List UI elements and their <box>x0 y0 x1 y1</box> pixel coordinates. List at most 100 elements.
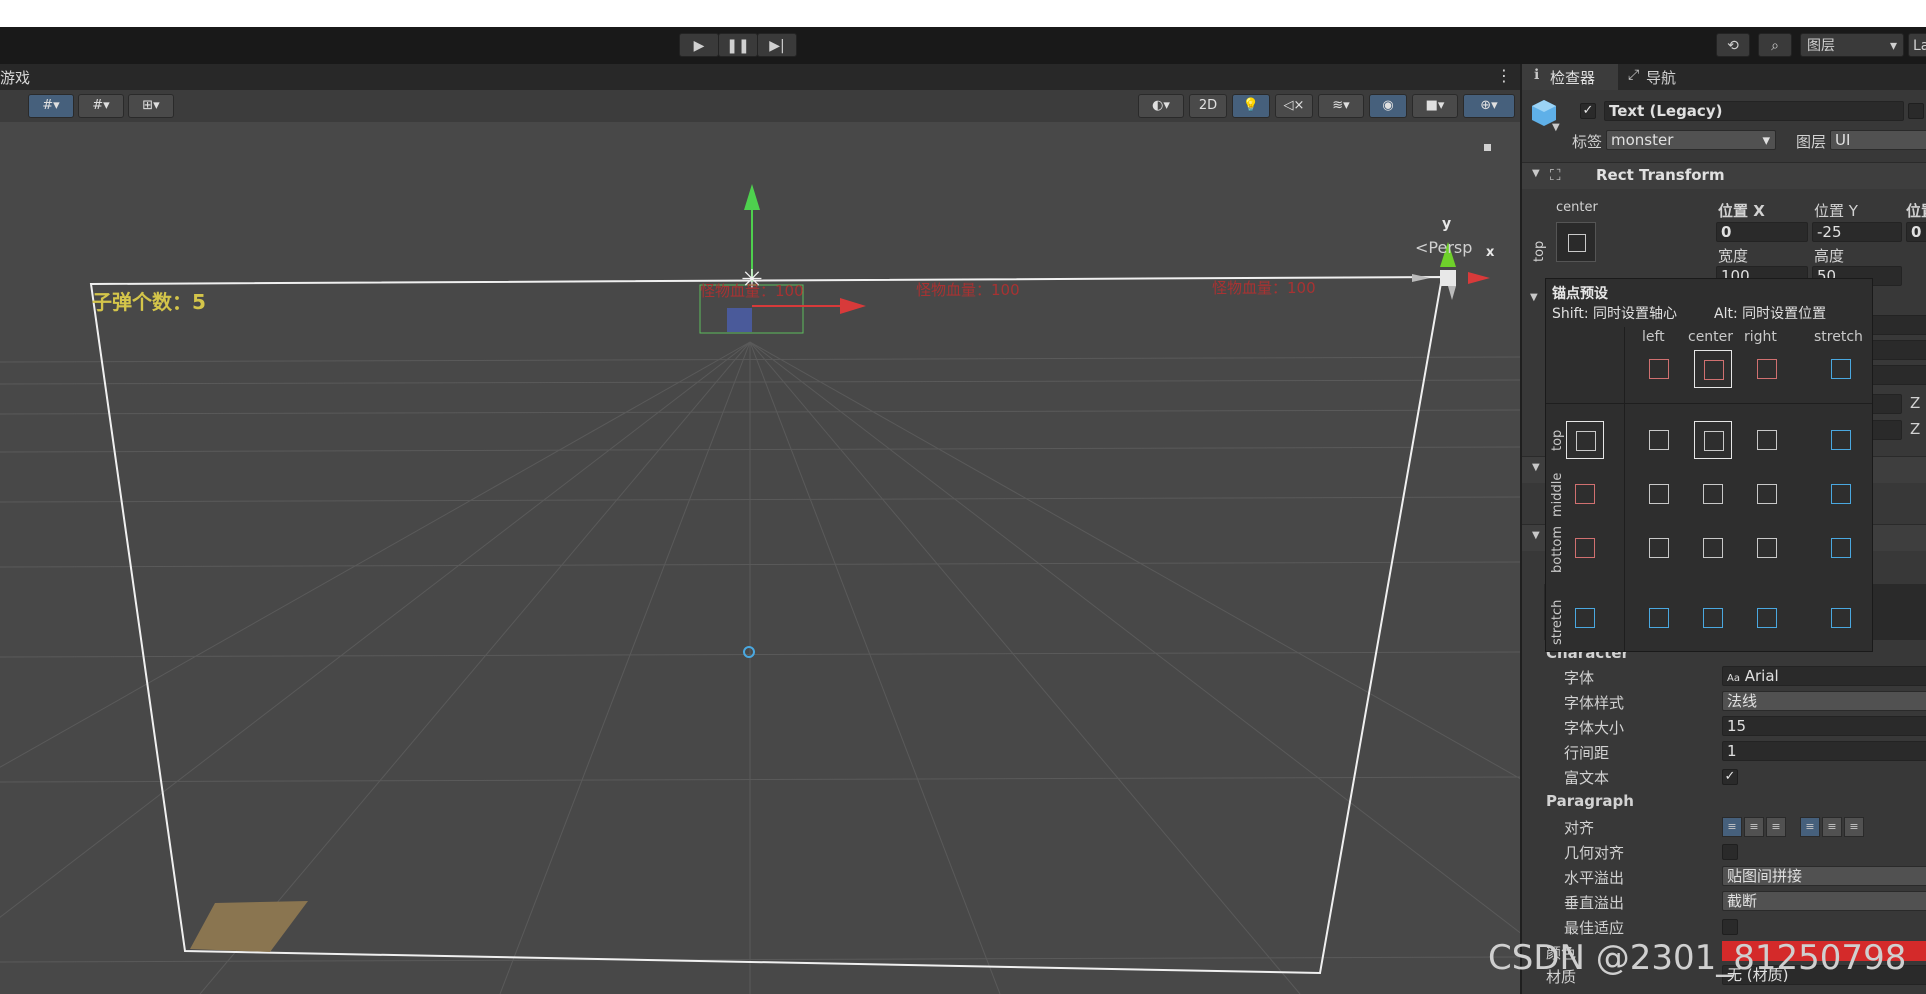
scene-viewport[interactable]: ✳ y x <Persp 子弹个数：5 怪物血量：100 怪物血量：100 怪物… <box>0 122 1520 994</box>
pos-z-field[interactable]: 0 <box>1906 222 1926 242</box>
font-size-field[interactable]: 15 <box>1722 716 1926 736</box>
anchor-preset-stretch-right[interactable] <box>1748 599 1786 637</box>
active-checkbox[interactable]: ✓ <box>1580 103 1596 119</box>
more-icon[interactable]: ⋮ <box>1496 66 1512 85</box>
align-top-icon[interactable]: ≡ <box>1800 817 1820 837</box>
font-style-dropdown[interactable]: 法线 <box>1722 691 1926 711</box>
top-strip <box>0 0 1926 27</box>
tag-label: 标签 <box>1572 133 1603 151</box>
chevron-down-icon[interactable]: ▼ <box>1552 122 1560 133</box>
font-field[interactable]: Aa Arial <box>1722 666 1926 686</box>
draw-mode-button[interactable]: ◐▾ <box>1138 94 1184 118</box>
row-top-label: top <box>1550 429 1565 451</box>
anchor-preset-bottom-stretch[interactable] <box>1822 529 1860 567</box>
align-center-icon[interactable]: ≡ <box>1744 817 1764 837</box>
anchor-box-icon <box>1649 430 1669 450</box>
static-checkbox[interactable] <box>1908 103 1924 119</box>
anchor-preset-bottom-center[interactable] <box>1694 529 1732 567</box>
search-button[interactable]: ⌕ <box>1758 33 1792 57</box>
chevron-down-icon: ▾ <box>1762 131 1770 149</box>
visibility-toggle-button[interactable]: ◉ <box>1369 94 1407 118</box>
camera-icon: ■▾ <box>1425 98 1445 113</box>
layer-dropdown[interactable]: UI <box>1830 130 1926 150</box>
main-toolbar: ▶ ❚❚ ▶| ⟲ ⌕ 图层 ▾ La <box>0 27 1926 64</box>
anchor-preset-bottom-left[interactable] <box>1640 529 1678 567</box>
horizontal-overflow-dropdown[interactable]: 贴图间拼接 <box>1722 866 1926 886</box>
anchor-preset-middle-right[interactable] <box>1748 475 1786 513</box>
y-arrow-icon[interactable] <box>744 184 760 210</box>
light-icon[interactable] <box>743 646 755 658</box>
tab-inspector[interactable]: ℹ 检查器 <box>1522 64 1618 90</box>
layout-dropdown[interactable]: La <box>1908 33 1926 57</box>
step-button[interactable]: ▶| <box>757 33 797 57</box>
font-style-label: 字体样式 <box>1564 694 1625 712</box>
monster-hp-text: 怪物血量：100 <box>700 282 804 300</box>
anchor-box-icon <box>1568 234 1586 252</box>
vertical-overflow-label: 垂直溢出 <box>1564 894 1625 912</box>
tab-game[interactable]: 游戏 <box>0 67 30 88</box>
monster-hp-text: 怪物血量：100 <box>1212 279 1316 297</box>
anchor-preset-bottom-right[interactable] <box>1748 529 1786 567</box>
anchor-preset-stretch-h[interactable] <box>1822 350 1860 388</box>
toggle-2d-button[interactable]: 2D <box>1189 94 1227 118</box>
anchor-preset-top-left[interactable] <box>1640 421 1678 459</box>
camera-button[interactable]: ■▾ <box>1412 94 1458 118</box>
anchor-preset-stretch-v[interactable] <box>1566 599 1604 637</box>
lighting-toggle-button[interactable]: 💡 <box>1232 94 1270 118</box>
chevron-down-icon: ▾ <box>1889 38 1897 54</box>
snap-increment-button[interactable]: ⊞▾ <box>128 94 174 118</box>
anchor-box-icon <box>1649 538 1669 558</box>
anchor-preset-stretch-stretch[interactable] <box>1822 599 1860 637</box>
tag-dropdown[interactable]: monster ▾ <box>1606 130 1776 150</box>
navigation-icon: ⤢ <box>1628 67 1640 83</box>
anchor-preset-top-right[interactable] <box>1748 421 1786 459</box>
anchor-preset-bottom[interactable] <box>1566 529 1604 567</box>
anchor-preset-stretch-center[interactable] <box>1694 599 1732 637</box>
eye-hidden-icon: ◉ <box>1382 98 1394 113</box>
anchor-preset-middle-left[interactable] <box>1640 475 1678 513</box>
x-arrow-icon[interactable] <box>840 298 866 314</box>
align-bottom-icon[interactable]: ≡ <box>1844 817 1864 837</box>
align-right-icon[interactable]: ≡ <box>1766 817 1786 837</box>
play-button[interactable]: ▶ <box>679 33 719 57</box>
col-left-label: left <box>1642 329 1665 345</box>
anchor-preset-middle-stretch[interactable] <box>1822 475 1860 513</box>
tab-navigation[interactable]: ⤢ 导航 <box>1622 64 1712 90</box>
layers-dropdown[interactable]: 图层 ▾ <box>1800 33 1904 57</box>
history-button[interactable]: ⟲ <box>1716 33 1750 57</box>
object-name-field[interactable]: Text (Legacy) <box>1604 101 1904 121</box>
ground-grid-lines <box>0 341 1520 994</box>
mute-icon: ◁× <box>1283 98 1305 113</box>
anchor-preset-top-stretch[interactable] <box>1822 421 1860 459</box>
line-spacing-field[interactable]: 1 <box>1722 741 1926 761</box>
anchor-preset-left[interactable] <box>1640 350 1678 388</box>
audio-toggle-button[interactable]: ◁× <box>1275 94 1313 118</box>
anchor-preset-top[interactable] <box>1566 421 1604 459</box>
grid-toggle-button[interactable]: #▾ <box>78 94 124 118</box>
align-by-geometry-checkbox[interactable] <box>1722 844 1738 860</box>
gizmos-button[interactable]: ⊕▾ <box>1463 94 1515 118</box>
anchor-preset-top-center[interactable] <box>1694 421 1732 459</box>
persp-label[interactable]: <Persp <box>1415 238 1472 257</box>
rect-transform-header[interactable]: ▼ ⛶ Rect Transform <box>1522 162 1926 189</box>
transform-tool-button[interactable]: #▾ <box>28 94 74 118</box>
anchor-preset-right[interactable] <box>1748 350 1786 388</box>
anchor-preset-middle[interactable] <box>1566 475 1604 513</box>
align-middle-icon[interactable]: ≡ <box>1822 817 1842 837</box>
pos-y-field[interactable]: -25 <box>1812 222 1902 242</box>
pos-x-field[interactable]: 0 <box>1716 222 1808 242</box>
anchor-preset-button[interactable] <box>1556 222 1596 262</box>
pause-button[interactable]: ❚❚ <box>718 33 758 57</box>
rich-text-checkbox[interactable]: ✓ <box>1722 769 1738 785</box>
row-bottom-label: bottom <box>1550 525 1565 573</box>
chevron-down-icon[interactable]: ▼ <box>1530 292 1538 303</box>
line-spacing-label: 行间距 <box>1564 744 1610 762</box>
anchor-preset-middle-center[interactable] <box>1694 475 1732 513</box>
align-left-icon[interactable]: ≡ <box>1722 817 1742 837</box>
vertical-overflow-dropdown[interactable]: 截断 <box>1722 891 1926 911</box>
light-bulb-icon: 💡 <box>1242 98 1260 113</box>
anchor-preset-stretch-left[interactable] <box>1640 599 1678 637</box>
anchor-preset-center[interactable] <box>1694 350 1732 388</box>
effects-button[interactable]: ≋▾ <box>1318 94 1364 118</box>
best-fit-checkbox[interactable] <box>1722 919 1738 935</box>
